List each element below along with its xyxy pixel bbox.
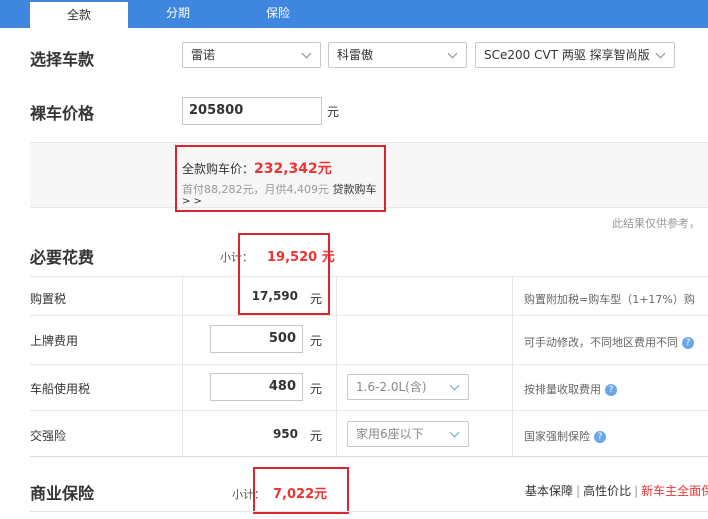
insurance-plan-links: 基本保障 | 高性价比 | 新车主全面保 bbox=[525, 482, 708, 499]
compulsory-insurance-value: 950 bbox=[272, 427, 298, 441]
brand-select-value: 雷诺 bbox=[191, 48, 216, 62]
compulsory-insurance-unit: 元 bbox=[310, 429, 323, 443]
purchase-tax-label: 购置税 bbox=[30, 292, 67, 306]
divider bbox=[30, 315, 708, 316]
vehicle-tax-desc: 按排量收取费用? bbox=[524, 381, 617, 397]
column-divider bbox=[336, 276, 337, 456]
divider bbox=[30, 410, 708, 411]
plan-basic-link[interactable]: 基本保障 bbox=[525, 484, 573, 498]
seats-select[interactable]: 家用6座以下 bbox=[347, 421, 469, 447]
chevron-down-icon bbox=[448, 422, 462, 446]
brand-select[interactable]: 雷诺 bbox=[182, 42, 321, 68]
chevron-down-icon bbox=[654, 43, 668, 67]
divider bbox=[30, 364, 708, 365]
chevron-down-icon bbox=[300, 43, 314, 67]
plate-fee-input[interactable]: 500 bbox=[210, 325, 303, 353]
plate-fee-label: 上牌费用 bbox=[30, 334, 79, 348]
tab-installment[interactable]: 分期 bbox=[128, 0, 228, 28]
vehicle-tax-input[interactable]: 480 bbox=[210, 373, 303, 401]
highlight-box-required bbox=[238, 233, 330, 315]
help-icon[interactable]: ? bbox=[682, 337, 694, 349]
divider bbox=[30, 456, 708, 457]
select-model-title: 选择车款 bbox=[30, 50, 95, 69]
vehicle-tax-label: 车船使用税 bbox=[30, 382, 91, 396]
highlight-box-insurance bbox=[253, 467, 349, 514]
model-select[interactable]: SCe200 CVT 两驱 探享智尚版 bbox=[475, 42, 675, 68]
plan-full-link[interactable]: 新车主全面保 bbox=[641, 484, 708, 498]
compulsory-insurance-label: 交强险 bbox=[30, 429, 67, 443]
divider bbox=[30, 511, 708, 512]
required-costs-title: 必要花费 bbox=[30, 248, 95, 267]
compulsory-insurance-desc-text: 国家强制保险 bbox=[524, 430, 590, 443]
disclaimer-note: 此结果仅供参考， bbox=[612, 217, 700, 230]
vehicle-tax-desc-text: 按排量收取费用 bbox=[524, 383, 601, 396]
help-icon[interactable]: ? bbox=[605, 384, 617, 396]
tab-bar: 全款 分期 保险 bbox=[0, 0, 708, 28]
plate-fee-desc: 可手动修改，不同地区费用不同? bbox=[524, 334, 694, 350]
bare-price-unit: 元 bbox=[327, 105, 340, 119]
series-select[interactable]: 科雷傲 bbox=[328, 42, 467, 68]
vehicle-tax-unit: 元 bbox=[310, 382, 323, 396]
commercial-insurance-title: 商业保险 bbox=[30, 484, 95, 503]
displacement-select-value: 1.6-2.0L(含) bbox=[356, 380, 427, 394]
chevron-down-icon bbox=[446, 43, 460, 67]
divider bbox=[30, 276, 708, 277]
chevron-down-icon bbox=[448, 375, 462, 399]
help-icon[interactable]: ? bbox=[594, 431, 606, 443]
purchase-tax-desc: 购置附加税=购车型（1+17%）购 bbox=[524, 293, 695, 306]
seats-select-value: 家用6座以下 bbox=[356, 427, 424, 441]
plate-fee-unit: 元 bbox=[310, 334, 323, 348]
column-divider bbox=[512, 276, 513, 456]
tab-full-payment[interactable]: 全款 bbox=[30, 0, 128, 28]
plate-fee-desc-text: 可手动修改，不同地区费用不同 bbox=[524, 336, 678, 349]
tab-insurance[interactable]: 保险 bbox=[228, 0, 328, 28]
plan-value-link[interactable]: 高性价比 bbox=[583, 484, 631, 498]
displacement-select[interactable]: 1.6-2.0L(含) bbox=[347, 374, 469, 400]
compulsory-insurance-desc: 国家强制保险? bbox=[524, 428, 606, 444]
model-select-value: SCe200 CVT 两驱 探享智尚版 bbox=[484, 48, 650, 62]
highlight-box-total bbox=[175, 145, 386, 212]
column-divider bbox=[182, 276, 183, 456]
series-select-value: 科雷傲 bbox=[337, 48, 374, 62]
bare-price-title: 裸车价格 bbox=[30, 104, 95, 123]
bare-price-input[interactable]: 205800 bbox=[182, 97, 322, 125]
